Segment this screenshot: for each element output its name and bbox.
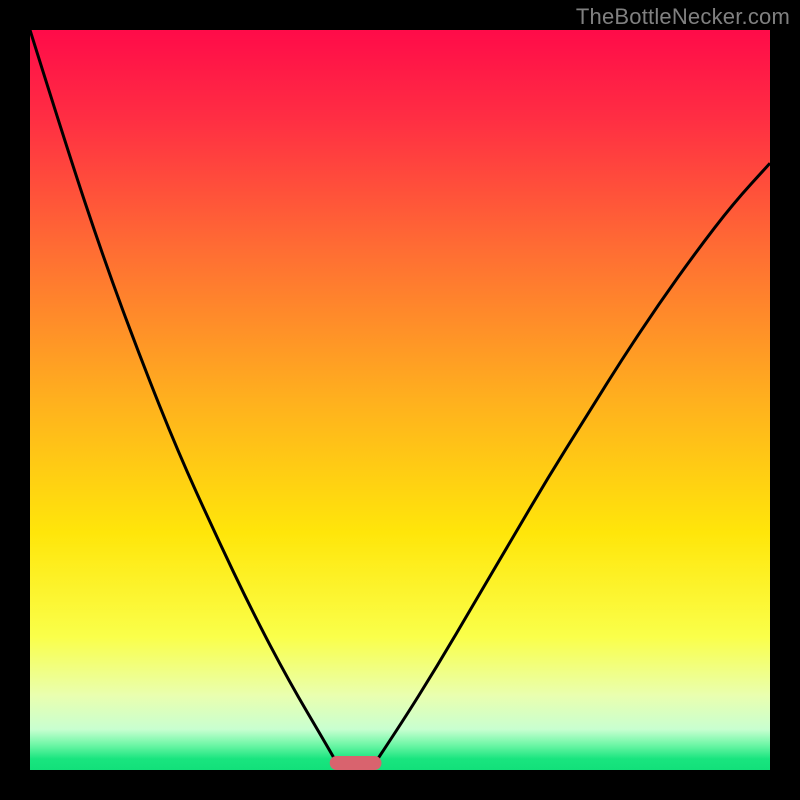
bottleneck-marker bbox=[330, 756, 382, 770]
chart-svg bbox=[30, 30, 770, 770]
plot-area bbox=[30, 30, 770, 770]
gradient-background bbox=[30, 30, 770, 770]
chart-frame: TheBottleNecker.com bbox=[0, 0, 800, 800]
attribution-watermark: TheBottleNecker.com bbox=[576, 4, 790, 30]
